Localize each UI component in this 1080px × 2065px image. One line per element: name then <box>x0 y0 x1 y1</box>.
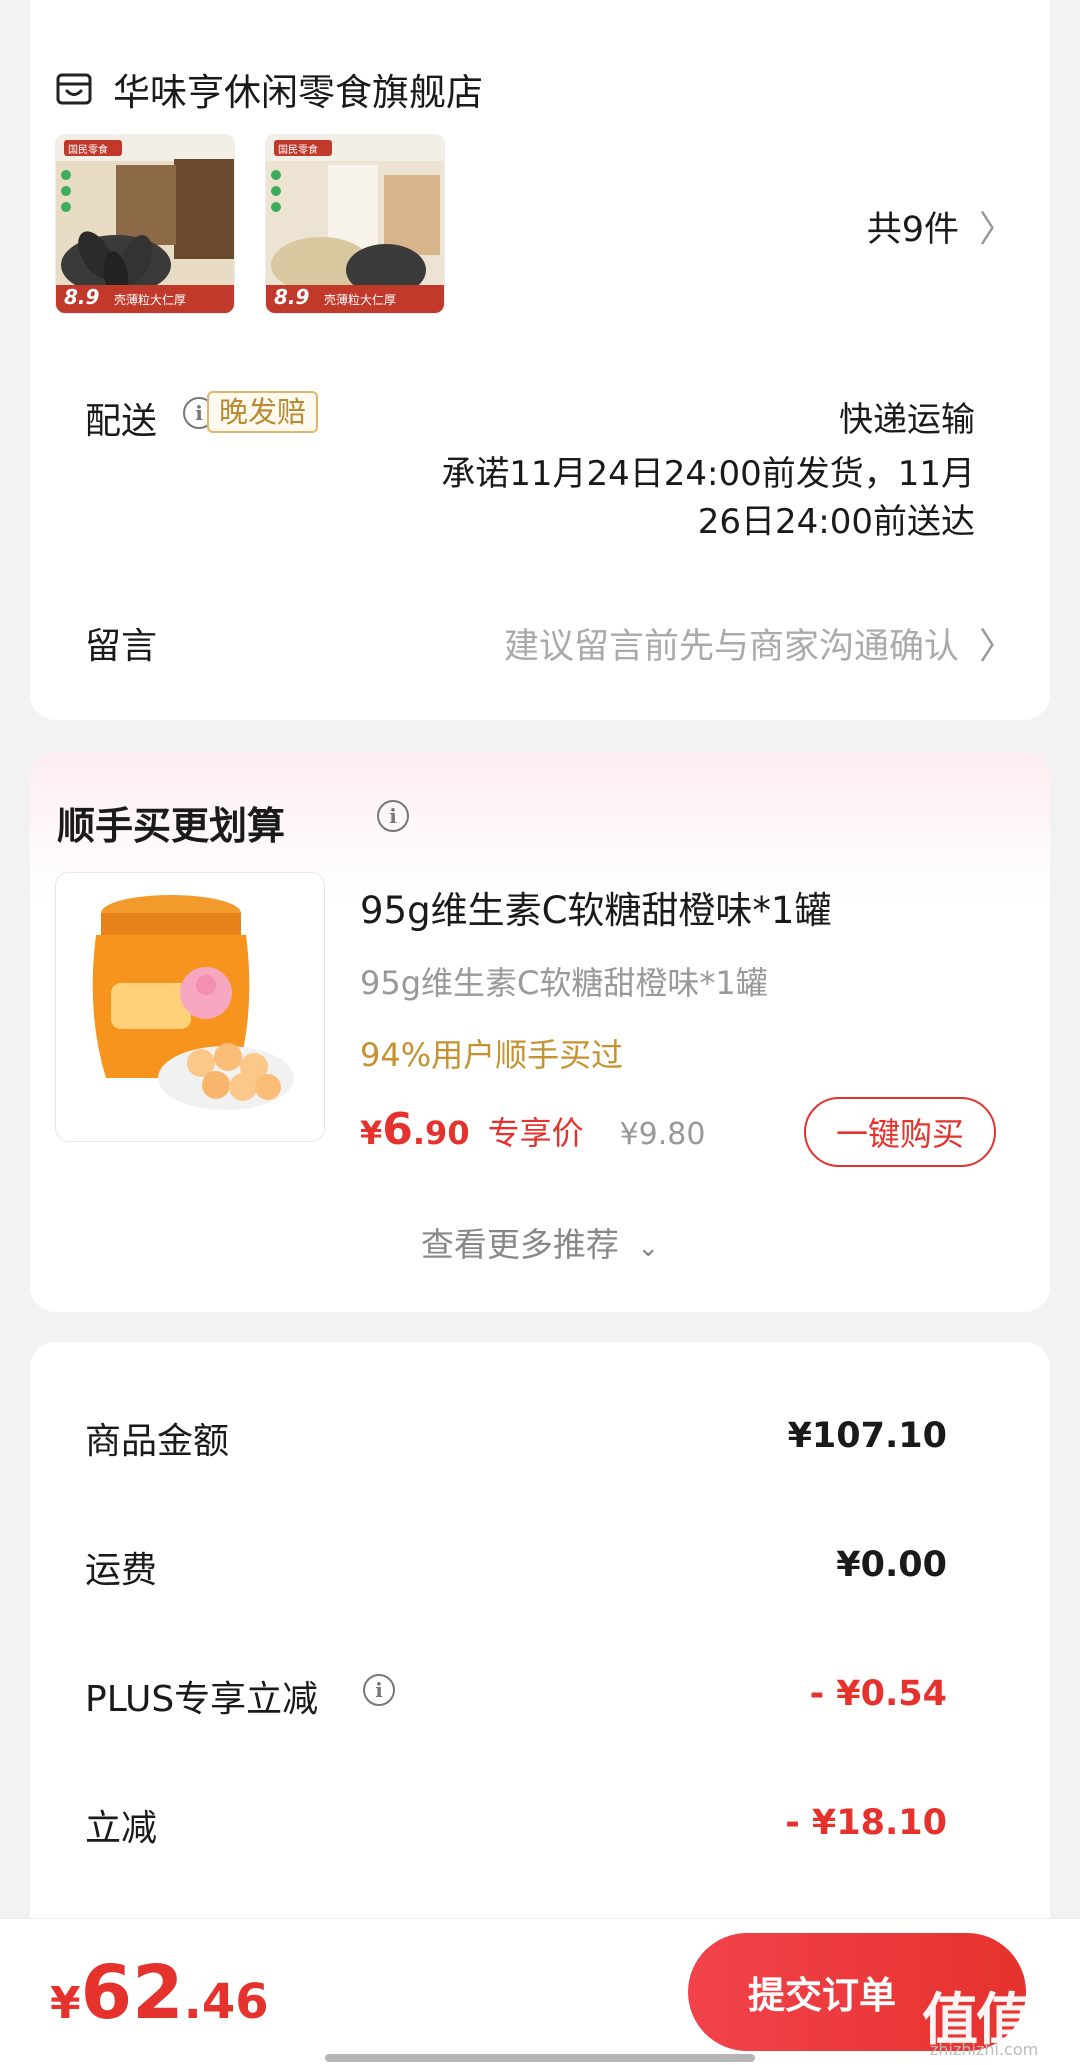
more-recommendations-label: 查看更多推荐 <box>420 1225 619 1264</box>
late-compensation-badge: 晚发赔 <box>207 391 319 433</box>
delivery-label: 配送 <box>85 401 158 442</box>
order-total: ¥ 62 .46 <box>50 1950 269 2036</box>
one-click-buy-button[interactable]: 一键购买 <box>804 1097 996 1167</box>
home-indicator[interactable] <box>325 2054 755 2062</box>
upsell-purchase-stat: 94%用户顺手买过 <box>360 1036 624 1074</box>
info-icon[interactable]: i <box>363 1674 395 1706</box>
upsell-product-subtitle: 95g维生素C软糖甜橙味*1罐 <box>360 964 768 1002</box>
total-symbol: ¥ <box>50 1978 81 2029</box>
summary-label-goods: 商品金额 <box>85 1421 230 1462</box>
summary-label-shipping: 运费 <box>85 1550 158 1591</box>
chevron-down-icon: ⌄ <box>637 1233 660 1263</box>
upsell-product-title[interactable]: 95g维生素C软糖甜橙味*1罐 <box>360 880 831 934</box>
thumb-price-tag: 8.9 <box>274 285 310 309</box>
upsell-title: 顺手买更划算 <box>57 804 286 848</box>
thumb-brand: 国民零食 <box>278 145 318 156</box>
thumb-caption: 壳薄粒大仁厚 <box>324 293 397 307</box>
item-count: 共9件 <box>866 209 959 250</box>
upsell-price: ¥ 6 .90 专享价 ¥9.80 <box>360 1104 705 1155</box>
delivery-method: 快递运输 <box>839 400 975 440</box>
summary-value-discount: - ¥18.10 <box>785 1803 947 1843</box>
price-symbol: ¥ <box>360 1114 383 1152</box>
exclusive-price-label: 专享价 <box>487 1114 584 1152</box>
message-placeholder: 建议留言前先与商家沟通确认 <box>503 626 959 667</box>
info-icon[interactable]: i <box>377 800 409 832</box>
store-name: 华味亨休闲零食旗舰店 <box>113 71 483 114</box>
store-icon <box>56 73 92 105</box>
product-thumbnail[interactable]: 8.9 壳薄粒大仁厚 国民零食 <box>265 134 445 314</box>
summary-value-goods: ¥107.10 <box>787 1416 947 1456</box>
total-decimal: .46 <box>183 1974 269 2030</box>
thumb-caption: 壳薄粒大仁厚 <box>114 293 187 307</box>
product-thumbnail[interactable]: 8.9 壳薄粒大仁厚 国民零食 <box>55 134 235 314</box>
summary-value-shipping: ¥0.00 <box>836 1545 947 1585</box>
thumb-brand: 国民零食 <box>68 145 108 156</box>
upsell-product-image[interactable] <box>55 872 325 1142</box>
total-integer: 62 <box>80 1950 184 2036</box>
price-decimal: .90 <box>412 1114 470 1152</box>
message-label: 留言 <box>85 626 158 667</box>
vitamin-c-gummy-jar-image <box>56 873 324 1141</box>
watermark-site: zhizhizhi.com <box>930 2040 1039 2059</box>
summary-value-plus-discount: - ¥0.54 <box>809 1674 947 1714</box>
chevron-right-icon: 〉 <box>978 626 1015 667</box>
item-count-link[interactable]: 共9件 〉 <box>867 200 1015 252</box>
delivery-promise-line2: 26日24:00前送达 <box>697 502 975 542</box>
store-header[interactable]: 华味亨休闲零食旗舰店 <box>55 62 483 116</box>
price-integer: 6 <box>382 1104 413 1155</box>
delivery-promise-line1: 承诺11月24日24:00前发货，11月 <box>441 454 975 494</box>
original-price: ¥9.80 <box>619 1117 706 1152</box>
thumb-price-tag: 8.9 <box>64 285 100 309</box>
message-field[interactable]: 建议留言前先与商家沟通确认 〉 <box>504 617 1015 669</box>
summary-label-discount: 立减 <box>85 1808 158 1849</box>
summary-label-plus-discount: PLUS专享立减 <box>85 1679 319 1720</box>
chevron-right-icon: 〉 <box>978 209 1015 250</box>
more-recommendations-link[interactable]: 查看更多推荐 ⌄ <box>0 1218 1080 1266</box>
